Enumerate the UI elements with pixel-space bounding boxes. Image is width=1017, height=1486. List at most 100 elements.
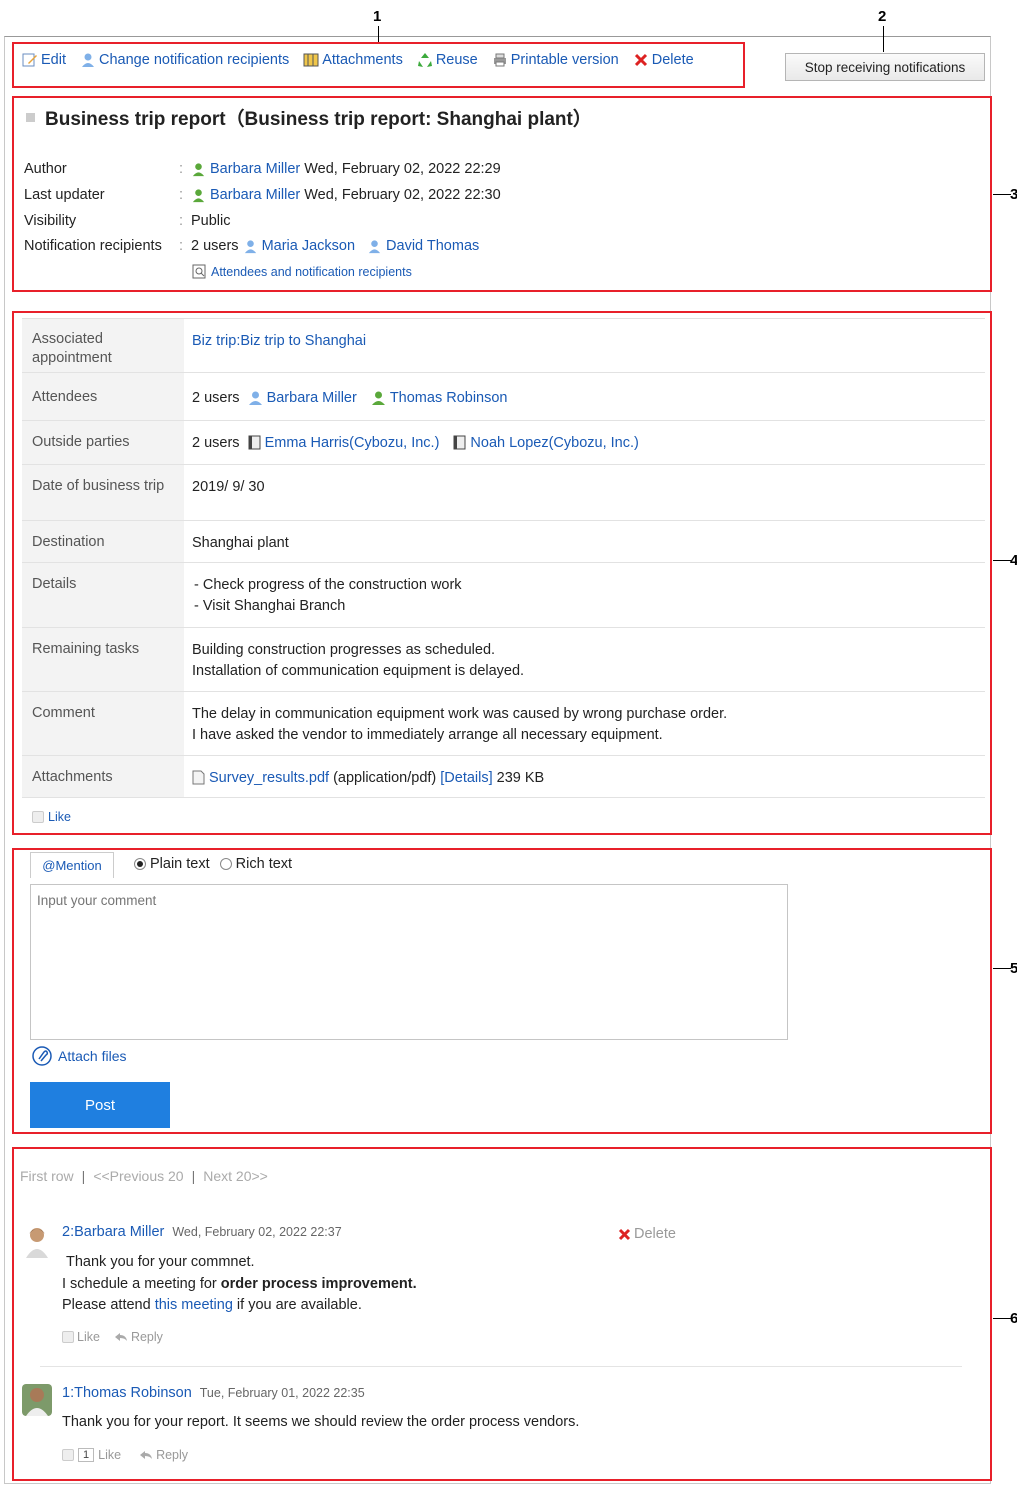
callout-5: 5 <box>1010 960 1017 977</box>
field-label: Outside parties <box>22 421 184 464</box>
callout-6: 6 <box>1010 1310 1017 1327</box>
reply-label: Reply <box>156 1448 189 1462</box>
callout-4: 4 <box>1010 552 1017 569</box>
next-20-link[interactable]: Next 20>> <box>203 1168 268 1184</box>
comment-input[interactable] <box>30 884 788 1040</box>
field-label: Comment <box>22 692 184 755</box>
edit-label: Edit <box>41 52 66 68</box>
updater-link[interactable]: Barbara Miller <box>210 187 300 203</box>
attendees-count: 2 users <box>192 390 240 406</box>
comment-like-button[interactable]: Like <box>62 1330 100 1344</box>
user-icon <box>368 239 381 253</box>
updater-date: Wed, February 02, 2022 22:30 <box>304 187 501 203</box>
attachment-size: 239 KB <box>496 770 545 786</box>
plain-text-label: Plain text <box>150 856 210 872</box>
attachment-file-link[interactable]: Survey_results.pdf <box>209 768 329 789</box>
attachments-label: Attachments <box>322 52 403 68</box>
visibility-value: Public <box>191 213 231 229</box>
previous-20-link[interactable]: <<Previous 20 <box>93 1168 183 1184</box>
comments-pager: First row | <<Previous 20 | Next 20>> <box>20 1168 268 1184</box>
comment-line: Thank you for your report. It seems we s… <box>62 1414 580 1430</box>
table-row: Attachments Survey_results.pdf (applicat… <box>22 756 985 798</box>
comment-line: The delay in communication equipment wor… <box>192 706 728 722</box>
magnifier-doc-icon <box>192 264 206 279</box>
delete-label: Delete <box>651 52 694 68</box>
like-label: Like <box>48 810 71 824</box>
recipients-row: Notification recipients : 2 users Maria … <box>24 238 479 254</box>
attendee-link[interactable]: Thomas Robinson <box>390 388 508 409</box>
trip-date-value: 2019/ 9/ 30 <box>192 479 265 495</box>
record-details-table: Associated appointment Biz trip:Biz trip… <box>22 318 985 798</box>
like-icon <box>32 811 44 823</box>
colon: : <box>179 238 184 254</box>
plain-text-radio[interactable]: Plain text <box>134 856 210 872</box>
visibility-label: Visibility <box>24 213 77 229</box>
attendee-link[interactable]: Barbara Miller <box>267 388 357 409</box>
rich-text-radio[interactable]: Rich text <box>219 856 292 872</box>
post-button[interactable]: Post <box>30 1082 170 1128</box>
like-icon <box>62 1449 74 1461</box>
attach-files-button[interactable]: Attach files <box>32 1046 126 1066</box>
first-row-link[interactable]: First row <box>20 1168 74 1184</box>
visibility-row: Visibility : Public <box>24 213 231 229</box>
outside-party-link[interactable]: Emma Harris(Cybozu, Inc.) <box>265 433 440 454</box>
table-row: Attendees 2 users Barbara Miller Thomas … <box>22 373 985 421</box>
comment-line: Please attend this meeting if you are av… <box>62 1297 362 1313</box>
comment-item: 2:Barbara Miller Wed, February 02, 2022 … <box>20 1220 965 1360</box>
comment-author-link[interactable]: 1:Thomas Robinson <box>62 1385 192 1401</box>
format-radio-group: Plain text Rich text <box>134 856 292 872</box>
comment-delete-label: Delete <box>634 1226 676 1242</box>
comment-header: 2:Barbara Miller Wed, February 02, 2022 … <box>62 1224 342 1240</box>
comment-line: I schedule a meeting for order process i… <box>62 1275 417 1292</box>
reuse-label: Reuse <box>435 52 478 68</box>
comment-reply-button[interactable]: Reply <box>139 1448 188 1462</box>
table-row: Details - Check progress of the construc… <box>22 563 985 628</box>
callout-4-line <box>993 560 1011 561</box>
callout-3-line <box>993 194 1011 195</box>
comment-line: Thank you for your commnet. <box>66 1254 255 1270</box>
comment-reply-button[interactable]: Reply <box>114 1330 163 1344</box>
mention-button[interactable]: @Mention <box>30 852 114 878</box>
table-row: Comment The delay in communication equip… <box>22 692 985 756</box>
printer-icon <box>492 52 508 68</box>
table-row: Date of business trip 2019/ 9/ 30 <box>22 465 985 521</box>
user-icon <box>192 188 205 202</box>
user-icon <box>248 391 262 405</box>
edit-button[interactable]: Edit <box>22 52 66 68</box>
like-label: Like <box>98 1448 122 1462</box>
comment-delete-button[interactable]: Delete <box>618 1226 676 1242</box>
colon: : <box>179 161 184 177</box>
tasks-line: Building construction progresses as sche… <box>192 642 496 658</box>
stop-receiving-notifications-button[interactable]: Stop receiving notifications <box>785 53 985 81</box>
recipient-link[interactable]: David Thomas <box>386 238 479 254</box>
outside-party-link[interactable]: Noah Lopez(Cybozu, Inc.) <box>470 433 638 454</box>
table-row: Destination Shanghai plant <box>22 521 985 563</box>
comment-like-button[interactable]: 1 Like <box>62 1448 121 1462</box>
printable-version-button[interactable]: Printable version <box>492 52 619 68</box>
comment-author-link[interactable]: 2:Barbara Miller <box>62 1224 164 1240</box>
reply-label: Reply <box>130 1330 163 1344</box>
meeting-link[interactable]: this meeting <box>155 1297 233 1313</box>
recipients-count: 2 users <box>191 238 239 254</box>
attachment-details-link[interactable]: [Details] <box>440 768 492 789</box>
table-row: Outside parties 2 users Emma Harris(Cybo… <box>22 421 985 465</box>
author-link[interactable]: Barbara Miller <box>210 161 300 177</box>
paperclip-icon <box>32 1046 52 1066</box>
user-icon <box>192 162 205 176</box>
comment-body: Thank you for your commnet. I schedule a… <box>62 1252 417 1317</box>
like-count: 1 <box>78 1448 95 1462</box>
attachments-icon <box>303 52 319 68</box>
edit-icon <box>22 52 38 68</box>
details-line: - Check progress of the construction wor… <box>194 577 462 593</box>
attachments-button[interactable]: Attachments <box>303 52 403 68</box>
table-row: Remaining tasks Building construction pr… <box>22 628 985 692</box>
delete-button[interactable]: Delete <box>633 52 694 68</box>
comment-item: 1:Thomas Robinson Tue, February 01, 2022… <box>20 1382 965 1472</box>
field-label: Attachments <box>22 756 184 797</box>
recipient-link[interactable]: Maria Jackson <box>262 238 355 254</box>
attendees-recipients-link[interactable]: Attendees and notification recipients <box>192 264 412 279</box>
like-button[interactable]: Like <box>32 810 71 824</box>
associated-appointment-link[interactable]: Biz trip:Biz trip to Shanghai <box>192 333 366 349</box>
reuse-button[interactable]: Reuse <box>417 52 478 68</box>
change-recipients-button[interactable]: Change notification recipients <box>80 52 289 68</box>
